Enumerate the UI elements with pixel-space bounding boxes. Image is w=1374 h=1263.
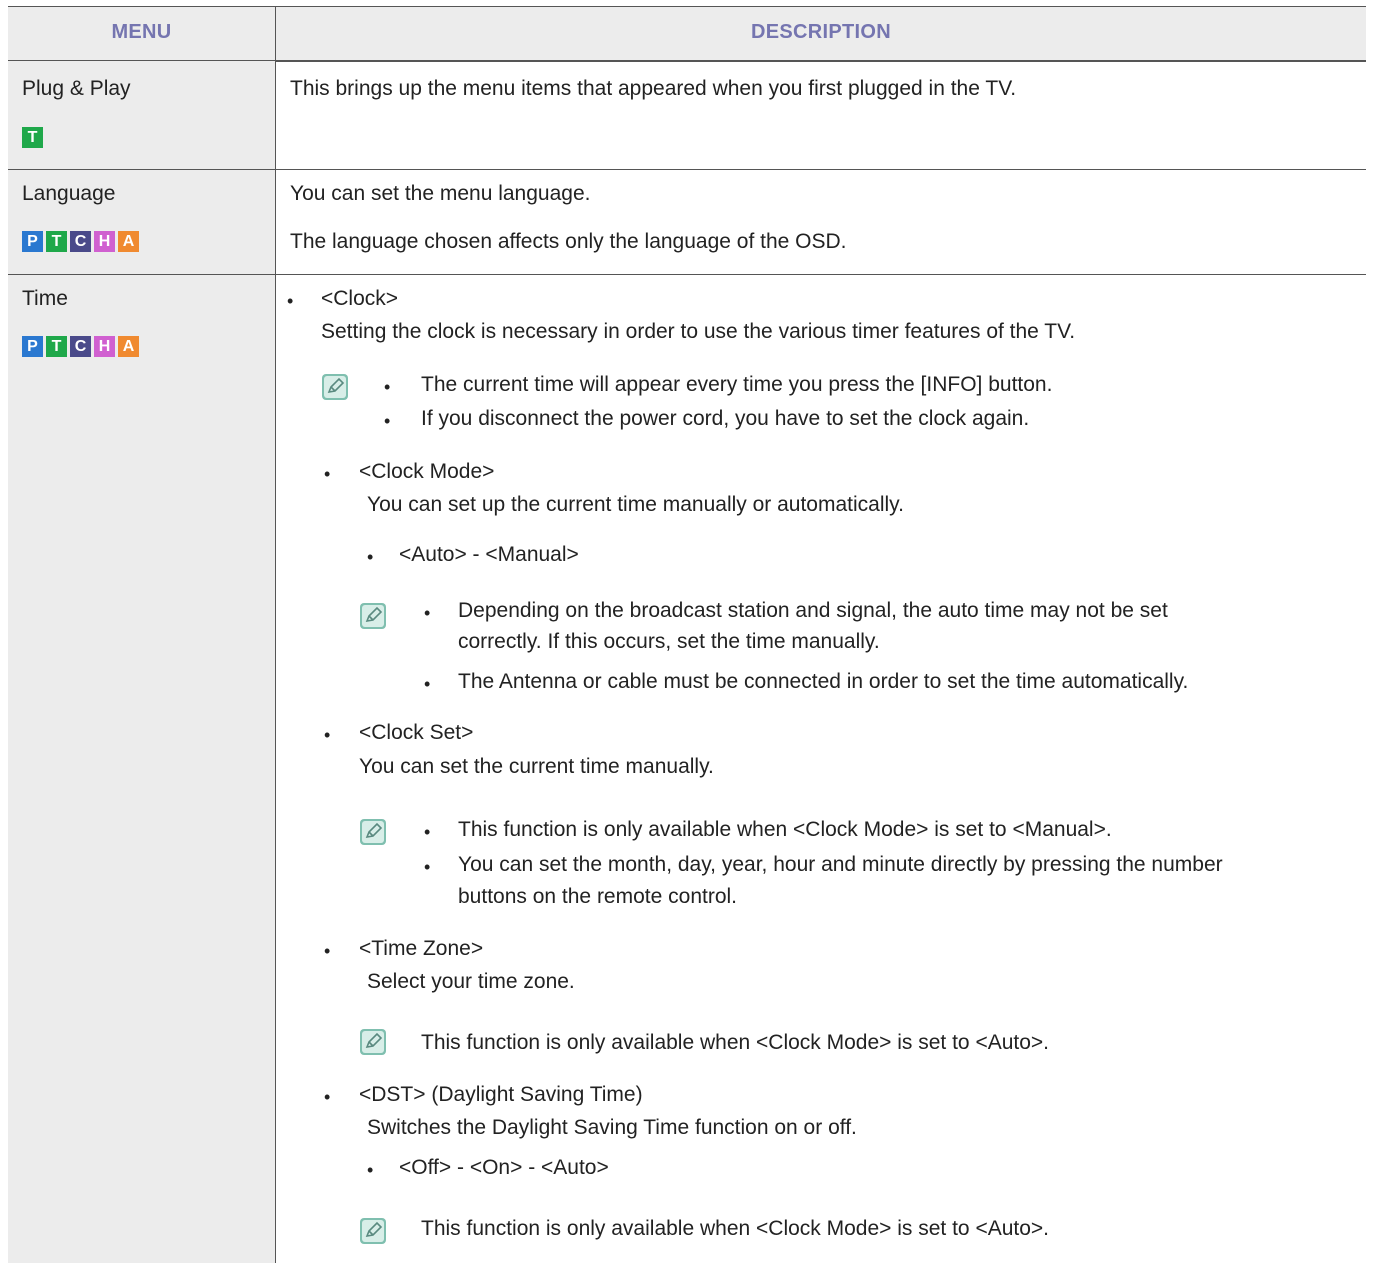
column-divider: [275, 6, 276, 1263]
bullet: •: [424, 603, 431, 623]
note-pencil-icon: [360, 1218, 386, 1244]
dst-title: <DST> (Daylight Saving Time): [359, 1083, 643, 1106]
row-divider: [8, 169, 1366, 170]
dst-description: Switches the Daylight Saving Time functi…: [367, 1116, 857, 1139]
menu-item-language: Language: [22, 182, 116, 205]
row-divider: [8, 274, 1366, 275]
bullet: •: [367, 1160, 374, 1180]
bullet: •: [287, 291, 294, 311]
menu-item-time: Time: [22, 287, 68, 310]
time-zone-note: This function is only available when <Cl…: [421, 1031, 1050, 1054]
time-zone-title: <Time Zone>: [359, 937, 484, 960]
bullet: •: [384, 377, 391, 397]
badge-t-icon: T: [46, 231, 67, 252]
clock-set-title: <Clock Set>: [359, 721, 474, 744]
mode-badges: PTCHA: [22, 336, 142, 357]
dst-note: This function is only available when <Cl…: [421, 1217, 1050, 1240]
description-column-header: DESCRIPTION: [751, 21, 891, 43]
badge-p-icon: P: [22, 336, 43, 357]
bullet: •: [324, 1087, 331, 1107]
bullet: •: [424, 674, 431, 694]
badge-t-icon: T: [46, 336, 67, 357]
menu-item-plug-and-play: Plug & Play: [22, 77, 131, 100]
clock-set-note-2: You can set the month, day, year, hour a…: [458, 853, 1223, 876]
clock-note-1: The current time will appear every time …: [421, 373, 1053, 396]
clock-title: <Clock>: [321, 287, 399, 310]
clock-mode-options: <Auto> - <Manual>: [399, 543, 579, 566]
badge-a-icon: A: [118, 231, 139, 252]
clock-set-description: You can set the current time manually.: [359, 755, 714, 778]
clock-mode-note-1: Depending on the broadcast station and s…: [458, 599, 1168, 622]
badge-c-icon: C: [70, 336, 91, 357]
language-description-1: You can set the menu language.: [290, 182, 591, 205]
badge-a-icon: A: [118, 336, 139, 357]
bullet: •: [424, 822, 431, 842]
note-pencil-icon: [322, 374, 348, 400]
badge-h-icon: H: [94, 231, 115, 252]
clock-set-note-2-cont: buttons on the remote control.: [458, 885, 737, 908]
badge-t-icon: T: [22, 127, 43, 148]
clock-description: Setting the clock is necessary in order …: [321, 320, 1076, 343]
badge-h-icon: H: [94, 336, 115, 357]
clock-mode-note-2: The Antenna or cable must be connected i…: [458, 670, 1189, 693]
mode-badges: PTCHA: [22, 231, 142, 252]
badge-c-icon: C: [70, 231, 91, 252]
note-pencil-icon: [360, 819, 386, 845]
clock-mode-title: <Clock Mode>: [359, 460, 495, 483]
clock-mode-description: You can set up the current time manually…: [367, 493, 904, 516]
mode-badges: T: [22, 127, 46, 148]
time-zone-description: Select your time zone.: [367, 970, 575, 993]
bullet: •: [324, 464, 331, 484]
bullet: •: [324, 941, 331, 961]
clock-mode-note-1-cont: correctly. If this occurs, set the time …: [458, 630, 880, 653]
language-description-2: The language chosen affects only the lan…: [290, 230, 847, 253]
bullet: •: [424, 857, 431, 877]
plug-and-play-description: This brings up the menu items that appea…: [290, 77, 1017, 100]
bullet: •: [384, 411, 391, 431]
badge-p-icon: P: [22, 231, 43, 252]
clock-set-note-1: This function is only available when <Cl…: [458, 818, 1112, 841]
clock-note-2: If you disconnect the power cord, you ha…: [421, 407, 1030, 430]
note-pencil-icon: [360, 1029, 386, 1055]
bullet: •: [367, 547, 374, 567]
dst-options: <Off> - <On> - <Auto>: [399, 1156, 609, 1179]
menu-column-header: MENU: [111, 21, 172, 43]
note-pencil-icon: [360, 603, 386, 629]
bullet: •: [324, 725, 331, 745]
